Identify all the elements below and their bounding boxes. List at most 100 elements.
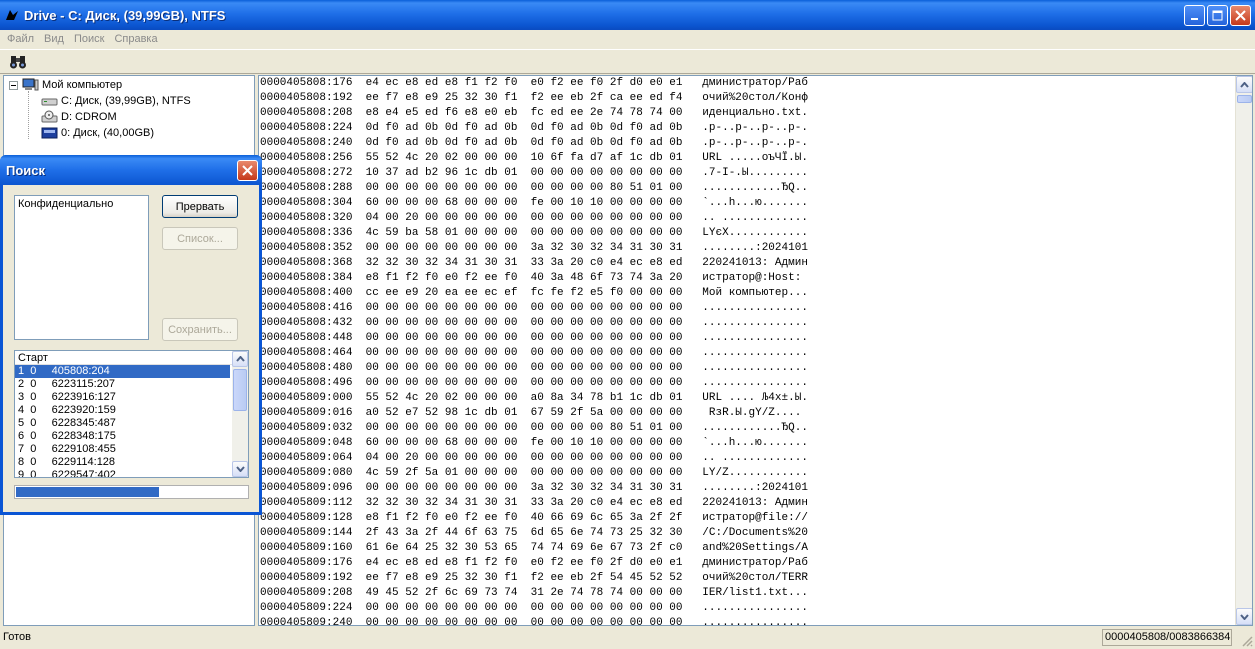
result-row[interactable]: 2 0 6223115:207	[15, 378, 230, 391]
search-dialog-titlebar[interactable]: Поиск	[0, 155, 262, 185]
result-row[interactable]: 4 0 6223920:159	[15, 404, 230, 417]
hex-row[interactable]: 0000405808:464 00 00 00 00 00 00 00 00 0…	[260, 346, 808, 361]
results-scrollbar[interactable]	[232, 351, 248, 477]
maximize-button[interactable]	[1207, 5, 1228, 26]
result-row[interactable]: 3 0 6223916:127	[15, 391, 230, 404]
hex-ascii: URL .... Љ4x±.Ы.	[702, 392, 808, 404]
result-row[interactable]: 1 0 405808:204	[15, 365, 230, 378]
result-row[interactable]: 9 0 6229547:402	[15, 469, 230, 477]
hex-bytes: 32 32 30 32 34 31 30 31 33 3a 20 c0 e4 e…	[365, 257, 683, 269]
hex-row[interactable]: 0000405808:192 ee f7 e8 e9 25 32 30 f1 f…	[260, 91, 808, 106]
menu-help[interactable]: Справка	[109, 33, 162, 45]
hex-row[interactable]: 0000405808:496 00 00 00 00 00 00 00 00 0…	[260, 376, 808, 391]
hex-row[interactable]: 0000405809:208 49 45 52 2f 6c 69 73 74 3…	[260, 586, 808, 601]
result-row[interactable]: 7 0 6229108:455	[15, 443, 230, 456]
minimize-button[interactable]	[1184, 5, 1205, 26]
hex-bytes: 00 00 00 00 00 00 00 00 00 00 00 00 80 5…	[365, 422, 683, 434]
list-button[interactable]: Список...	[162, 227, 238, 250]
hex-row[interactable]: 0000405809:224 00 00 00 00 00 00 00 00 0…	[260, 601, 808, 616]
hex-row[interactable]: 0000405809:096 00 00 00 00 00 00 00 00 3…	[260, 481, 808, 496]
hex-row[interactable]: 0000405809:000 55 52 4c 20 02 00 00 00 a…	[260, 391, 808, 406]
hex-row[interactable]: 0000405809:144 2f 43 3a 2f 44 6f 63 75 6…	[260, 526, 808, 541]
hex-ascii: ................	[702, 362, 808, 374]
hex-row[interactable]: 0000405809:048 60 00 00 00 68 00 00 00 f…	[260, 436, 808, 451]
hex-row[interactable]: 0000405808:416 00 00 00 00 00 00 00 00 0…	[260, 301, 808, 316]
hex-offset: 0000405808:224	[260, 122, 353, 134]
tree-guide-line	[28, 91, 29, 139]
tree-item-label: C: Диск, (39,99GB), NTFS	[61, 95, 191, 107]
results-column-header[interactable]: Старт	[15, 351, 248, 365]
hex-row[interactable]: 0000405808:176 e4 ec e8 ed e8 f1 f2 f0 e…	[260, 76, 808, 91]
menu-file[interactable]: Файл	[2, 33, 39, 45]
results-scroll-down-button[interactable]	[232, 461, 248, 477]
tree-expander[interactable]	[9, 81, 18, 90]
hex-row[interactable]: 0000405809:192 ee f7 e8 e9 25 32 30 f1 f…	[260, 571, 808, 586]
find-button[interactable]	[8, 53, 28, 71]
hex-offset: 0000405808:400	[260, 287, 353, 299]
hex-bytes: 00 00 00 00 00 00 00 00 3a 32 30 32 34 3…	[365, 482, 683, 494]
hex-row[interactable]: 0000405809:112 32 32 30 32 34 31 30 31 3…	[260, 496, 808, 511]
hex-row[interactable]: 0000405809:160 61 6e 64 25 32 30 53 65 7…	[260, 541, 808, 556]
hex-row[interactable]: 0000405808:240 0d f0 ad 0b 0d f0 ad 0b 0…	[260, 136, 808, 151]
resize-grip-icon[interactable]	[1241, 635, 1253, 647]
menu-search[interactable]: Поиск	[69, 33, 109, 45]
hex-row[interactable]: 0000405808:384 e8 f1 f2 f0 e0 f2 ee f0 4…	[260, 271, 808, 286]
save-button[interactable]: Сохранить...	[162, 318, 238, 341]
hex-offset: 0000405809:016	[260, 407, 353, 419]
hex-row[interactable]: 0000405808:288 00 00 00 00 00 00 00 00 0…	[260, 181, 808, 196]
hex-row[interactable]: 0000405809:240 00 00 00 00 00 00 00 00 0…	[260, 616, 808, 625]
result-row[interactable]: 5 0 6228345:487	[15, 417, 230, 430]
scroll-down-button[interactable]	[1236, 608, 1252, 625]
tree-item-drive-c[interactable]: C: Диск, (39,99GB), NTFS	[41, 93, 191, 109]
hex-ascii: ................	[702, 302, 808, 314]
hex-bytes: 0d f0 ad 0b 0d f0 ad 0b 0d f0 ad 0b 0d f…	[365, 122, 683, 134]
search-query-input[interactable]: Конфиденциально	[14, 195, 149, 340]
hex-row[interactable]: 0000405808:448 00 00 00 00 00 00 00 00 0…	[260, 331, 808, 346]
hex-row[interactable]: 0000405808:304 60 00 00 00 68 00 00 00 f…	[260, 196, 808, 211]
hex-offset: 0000405808:416	[260, 302, 353, 314]
result-row[interactable]: 6 0 6228348:175	[15, 430, 230, 443]
tree-item-physical-disk[interactable]: 0: Диск, (40,00GB)	[41, 125, 154, 141]
stop-button[interactable]: Прервать	[162, 195, 238, 218]
hex-row[interactable]: 0000405808:400 cc ee e9 20 ea ee ec ef f…	[260, 286, 808, 301]
hex-row[interactable]: 0000405809:128 e8 f1 f2 f0 e0 f2 ee f0 4…	[260, 511, 808, 526]
hex-row[interactable]: 0000405808:480 00 00 00 00 00 00 00 00 0…	[260, 361, 808, 376]
hex-row[interactable]: 0000405808:336 4c 59 ba 58 01 00 00 00 0…	[260, 226, 808, 241]
hex-row[interactable]: 0000405809:176 e4 ec e8 ed e8 f1 f2 f0 e…	[260, 556, 808, 571]
hex-row[interactable]: 0000405809:080 4c 59 2f 5a 01 00 00 00 0…	[260, 466, 808, 481]
hex-view[interactable]: 0000405808:176 e4 ec e8 ed e8 f1 f2 f0 e…	[258, 75, 1253, 626]
hex-ascii: 220241013: Админ	[702, 257, 808, 269]
hex-row[interactable]: 0000405808:272 10 37 ad b2 96 1c db 01 0…	[260, 166, 808, 181]
search-dialog-close-button[interactable]	[237, 160, 258, 181]
hex-offset: 0000405809:144	[260, 527, 353, 539]
hex-row[interactable]: 0000405808:432 00 00 00 00 00 00 00 00 0…	[260, 316, 808, 331]
results-scroll-up-button[interactable]	[232, 351, 248, 367]
menu-view[interactable]: Вид	[39, 33, 69, 45]
hex-row[interactable]: 0000405808:368 32 32 30 32 34 31 30 31 3…	[260, 256, 808, 271]
close-button[interactable]	[1230, 5, 1251, 26]
results-scroll-thumb[interactable]	[233, 369, 247, 411]
hex-row[interactable]: 0000405809:064 04 00 20 00 00 00 00 00 0…	[260, 451, 808, 466]
scroll-thumb[interactable]	[1237, 95, 1252, 103]
hex-ascii: ................	[702, 317, 808, 329]
close-icon	[242, 165, 253, 176]
tree-item-drive-d[interactable]: D: CDROM	[41, 109, 117, 125]
result-row[interactable]: 8 0 6229114:128	[15, 456, 230, 469]
window-titlebar[interactable]: Drive - C: Диск, (39,99GB), NTFS	[0, 0, 1255, 30]
hex-vertical-scrollbar[interactable]	[1235, 76, 1252, 625]
search-results-list[interactable]: Старт 1 0 405808:204 2 0 6223115:207 3 0 6…	[14, 350, 249, 478]
hex-row[interactable]: 0000405808:256 55 52 4c 20 02 00 00 00 1…	[260, 151, 808, 166]
tree-item-label: Мой компьютер	[42, 79, 123, 91]
hex-row[interactable]: 0000405808:352 00 00 00 00 00 00 00 00 3…	[260, 241, 808, 256]
hex-bytes: 00 00 00 00 00 00 00 00 3a 32 30 32 34 3…	[365, 242, 683, 254]
hex-row[interactable]: 0000405808:224 0d f0 ad 0b 0d f0 ad 0b 0…	[260, 121, 808, 136]
scroll-up-button[interactable]	[1236, 76, 1252, 93]
hex-row[interactable]: 0000405808:208 e8 e4 e5 ed f6 e8 e0 eb f…	[260, 106, 808, 121]
hex-row[interactable]: 0000405809:032 00 00 00 00 00 00 00 00 0…	[260, 421, 808, 436]
hex-offset: 0000405808:480	[260, 362, 353, 374]
hex-row[interactable]: 0000405809:016 a0 52 e7 52 98 1c db 01 6…	[260, 406, 808, 421]
tree-item-my-computer[interactable]: Мой компьютер	[22, 77, 122, 93]
hex-offset: 0000405808:496	[260, 377, 353, 389]
hex-row[interactable]: 0000405808:320 04 00 20 00 00 00 00 00 0…	[260, 211, 808, 226]
hex-bytes: 60 00 00 00 68 00 00 00 fe 00 10 10 00 0…	[365, 197, 683, 209]
